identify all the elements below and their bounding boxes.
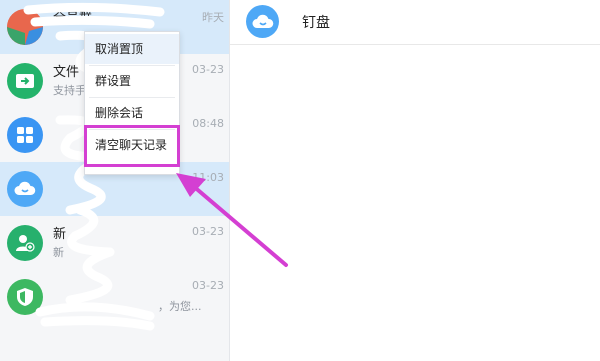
menu-item-unpin[interactable]: 取消置顶	[85, 34, 179, 64]
menu-item-group-settings[interactable]: 群设置	[85, 66, 179, 96]
annotation-arrow	[176, 173, 288, 267]
conversation-preview: 新	[53, 246, 64, 259]
conversation-preview: ，为您...	[158, 300, 202, 313]
cloud-disk-icon[interactable]	[246, 5, 279, 38]
conversation-time: 03-23	[192, 279, 224, 292]
apps-grid-icon	[7, 117, 43, 153]
chat-header: 钉盘	[230, 0, 600, 45]
security-shield-icon	[7, 279, 43, 315]
conversation-time: 03-23	[192, 63, 224, 76]
conversation-title: 文件	[53, 65, 80, 80]
conversation-time: 昨天	[202, 11, 224, 24]
group-avatar-icon	[7, 9, 43, 45]
annotation-highlight-box	[84, 125, 180, 167]
conversation-title: 全员群	[53, 11, 93, 26]
chat-title: 钉盘	[302, 15, 330, 31]
conversation-item[interactable]: 03-23 ，为您...	[0, 270, 229, 324]
conversation-preview: 支持手	[53, 84, 86, 97]
file-transfer-icon	[7, 63, 43, 99]
menu-item-delete-conversation[interactable]: 删除会话	[85, 98, 179, 128]
cloud-disk-icon	[7, 171, 43, 207]
conversation-title: 新	[53, 227, 67, 242]
add-friend-icon	[7, 225, 43, 261]
conversation-time: 08:48	[192, 117, 224, 130]
